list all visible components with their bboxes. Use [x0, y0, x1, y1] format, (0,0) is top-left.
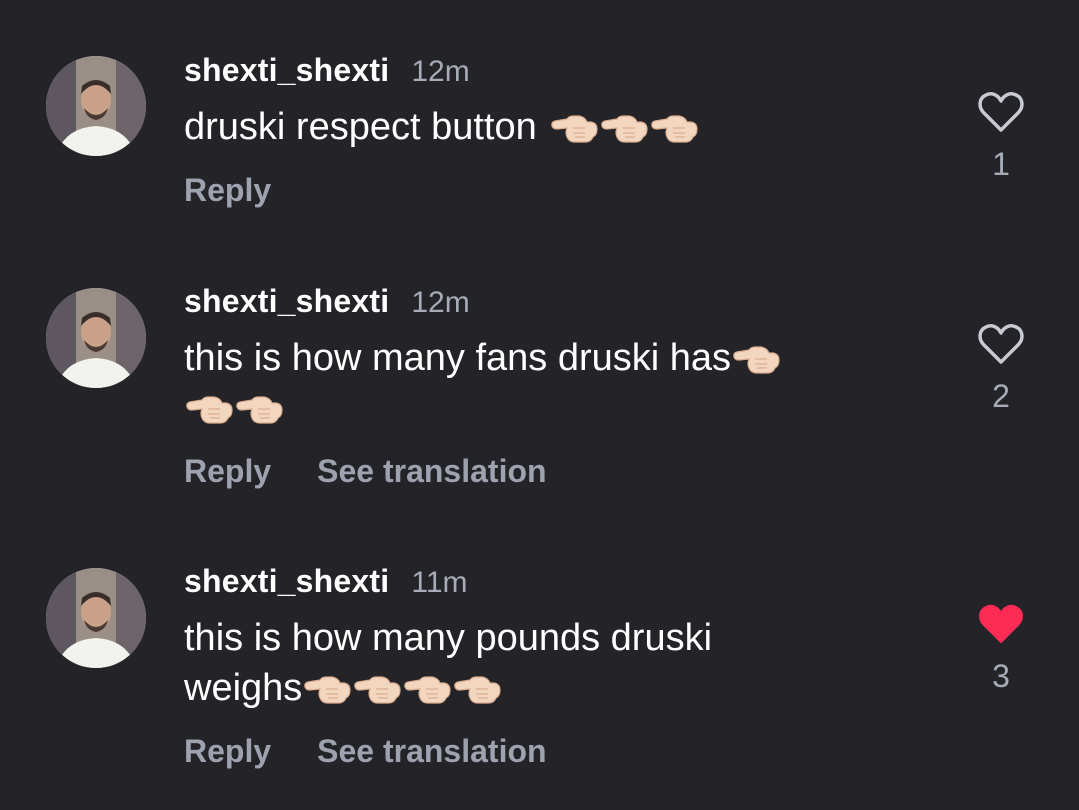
- hand-emoji-icon: [600, 115, 648, 143]
- comment-text: this is how many fans druski has: [184, 333, 944, 433]
- like-count: 2: [992, 378, 1010, 414]
- username[interactable]: shexti_shexti: [184, 563, 389, 600]
- comment-text-line: this is how many fans druski has: [184, 333, 944, 383]
- comment-text-line: weighs: [184, 663, 944, 713]
- avatar[interactable]: [46, 288, 146, 388]
- hand-emoji-icon: [454, 676, 501, 704]
- comment-body: shexti_shexti 12m druski respect button …: [184, 52, 944, 210]
- hand-emoji-group: [731, 333, 781, 383]
- reply-button[interactable]: Reply: [184, 453, 271, 490]
- comment-actions: Reply See translation: [184, 451, 944, 491]
- timestamp: 12m: [411, 55, 470, 88]
- hand-emoji-icon: [550, 115, 598, 143]
- see-translation-button[interactable]: See translation: [317, 453, 546, 490]
- see-translation-button[interactable]: See translation: [317, 733, 546, 770]
- like-button[interactable]: 1: [974, 90, 1028, 183]
- comment-text: this is how many pounds druski weighs: [184, 613, 944, 713]
- heart-outline-icon: [978, 324, 1024, 364]
- comment-meta: shexti_shexti 12m: [184, 52, 944, 92]
- hand-emoji-group: [549, 102, 699, 152]
- comment-text-line: this is how many pounds druski: [184, 613, 944, 663]
- hand-emoji-icon: [733, 346, 780, 374]
- heart-filled-icon: [979, 604, 1023, 643]
- comment-meta: shexti_shexti 12m: [184, 283, 944, 323]
- hand-emoji-icon: [354, 676, 401, 704]
- like-count: 1: [992, 146, 1010, 182]
- timestamp: 12m: [411, 286, 470, 319]
- avatar-image: [46, 288, 146, 388]
- avatar-image: [46, 568, 146, 668]
- comment-text: druski respect button: [184, 102, 944, 152]
- username[interactable]: shexti_shexti: [184, 283, 389, 320]
- like-button[interactable]: 3: [974, 602, 1028, 695]
- avatar-image: [46, 56, 146, 156]
- reply-button[interactable]: Reply: [184, 172, 271, 209]
- reply-button[interactable]: Reply: [184, 733, 271, 770]
- hand-emoji-icon: [404, 676, 451, 704]
- avatar[interactable]: [46, 568, 146, 668]
- comment-text-content: druski respect button: [184, 106, 537, 148]
- comment-text-content: weighs: [184, 667, 303, 709]
- comment-body: shexti_shexti 11m this is how many pound…: [184, 563, 944, 771]
- comment-text-line: druski respect button: [184, 102, 944, 152]
- username[interactable]: shexti_shexti: [184, 52, 389, 89]
- hand-emoji-icon: [650, 115, 698, 143]
- comment-text-content: this is how many fans druski has: [184, 337, 732, 379]
- avatar[interactable]: [46, 56, 146, 156]
- comment-meta: shexti_shexti 11m: [184, 563, 944, 603]
- heart-outline-icon: [978, 92, 1024, 132]
- hand-emoji-group: [302, 663, 502, 713]
- hand-emoji-icon: [304, 676, 351, 704]
- comment-body: shexti_shexti 12m this is how many fans …: [184, 283, 944, 491]
- like-count: 3: [992, 658, 1010, 694]
- hand-emoji-icon: [236, 396, 283, 424]
- comment-text-content: this is how many pounds druski: [184, 617, 713, 659]
- comment-actions: Reply See translation: [184, 731, 944, 771]
- like-button[interactable]: 2: [974, 322, 1028, 415]
- comment-actions: Reply: [184, 170, 944, 210]
- hand-emoji-group: [184, 383, 284, 433]
- hand-emoji-icon: [186, 396, 233, 424]
- comment-text-line: [184, 383, 944, 433]
- timestamp: 11m: [411, 566, 468, 599]
